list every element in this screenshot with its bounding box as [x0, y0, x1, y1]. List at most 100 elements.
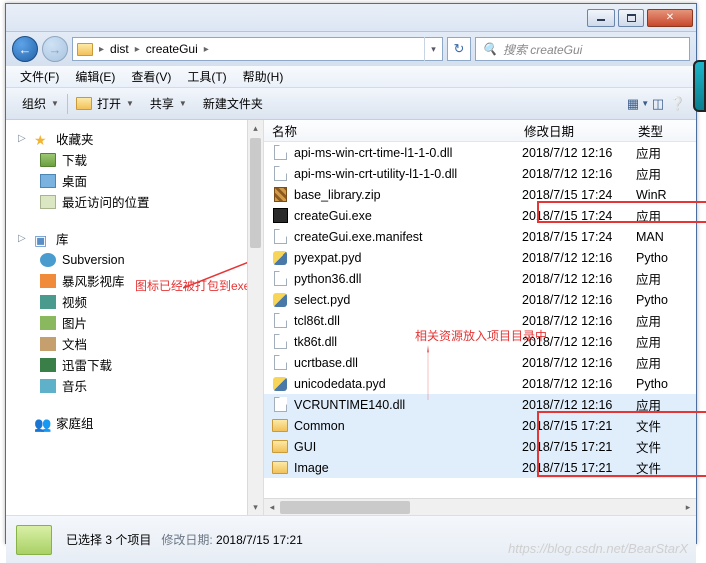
file-row[interactable]: select.pyd2018/7/12 12:16Pytho: [264, 289, 696, 310]
tree-videos[interactable]: 视频: [12, 291, 263, 312]
tree-favorites[interactable]: ▷★收藏夹: [12, 128, 263, 149]
scrollbar-thumb[interactable]: [250, 138, 261, 248]
folder-open-icon: [76, 97, 92, 110]
dll-icon: [272, 355, 288, 371]
maximize-button[interactable]: [618, 9, 644, 27]
file-row[interactable]: unicodedata.pyd2018/7/12 12:16Pytho: [264, 373, 696, 394]
minimize-icon: [597, 19, 605, 21]
close-icon: ✕: [666, 12, 674, 23]
address-dropdown-button[interactable]: ▾: [424, 37, 442, 61]
tree-libraries[interactable]: ▷▣库: [12, 228, 263, 249]
zip-icon: [272, 187, 288, 203]
file-row[interactable]: createGui.exe2018/7/15 17:24应用: [264, 205, 696, 226]
file-row[interactable]: ucrtbase.dll2018/7/12 12:16应用: [264, 352, 696, 373]
pyd-icon: [272, 292, 288, 308]
file-type: 应用: [636, 143, 696, 162]
preview-pane-button[interactable]: ◫: [648, 94, 668, 114]
file-row[interactable]: Common2018/7/15 17:21文件: [264, 415, 696, 436]
minimize-button[interactable]: [587, 9, 615, 27]
file-date: 2018/7/15 17:21: [522, 461, 636, 475]
breadcrumb-current[interactable]: createGui: [146, 42, 198, 56]
subversion-icon: [40, 253, 56, 267]
fold-icon: [272, 418, 288, 434]
breadcrumb-root[interactable]: dist: [110, 42, 129, 56]
search-input[interactable]: 🔍 搜索 createGui: [475, 37, 690, 61]
open-button[interactable]: 打开▼: [68, 92, 142, 115]
dll-icon: [272, 271, 288, 287]
refresh-button[interactable]: ↻: [447, 37, 471, 61]
titlebar: ✕: [6, 4, 696, 32]
tree-music[interactable]: 音乐: [12, 375, 263, 396]
tree-documents[interactable]: 文档: [12, 333, 263, 354]
back-button[interactable]: ←: [12, 36, 38, 62]
tree-scrollbar[interactable]: ▴ ▾: [247, 120, 263, 515]
share-button[interactable]: 共享▼: [142, 92, 195, 115]
scroll-right-icon[interactable]: ▸: [680, 502, 696, 513]
file-row[interactable]: VCRUNTIME140.dll2018/7/12 12:16应用: [264, 394, 696, 415]
star-icon: ★: [34, 132, 50, 146]
column-headers: 名称 修改日期 类型: [264, 120, 696, 142]
file-date: 2018/7/12 12:16: [522, 293, 636, 307]
view-options-button[interactable]: ▦▼: [628, 94, 648, 114]
chevron-down-icon: ▼: [51, 99, 59, 108]
tree-desktop[interactable]: 桌面: [12, 170, 263, 191]
menu-view[interactable]: 查看(V): [125, 66, 177, 87]
scrollbar-thumb[interactable]: [280, 501, 410, 514]
horizontal-scrollbar[interactable]: ◂ ▸: [264, 498, 696, 515]
tree-downloads[interactable]: 下载: [12, 149, 263, 170]
tree-recent[interactable]: 最近访问的位置: [12, 191, 263, 212]
file-row[interactable]: base_library.zip2018/7/15 17:24WinR: [264, 184, 696, 205]
file-row[interactable]: GUI2018/7/15 17:21文件: [264, 436, 696, 457]
tree-xunlei[interactable]: 迅雷下载: [12, 354, 263, 375]
file-date: 2018/7/12 12:16: [522, 314, 636, 328]
file-date: 2018/7/15 17:24: [522, 209, 636, 223]
maximize-icon: [627, 14, 636, 22]
file-row[interactable]: Image2018/7/15 17:21文件: [264, 457, 696, 478]
tree-pictures[interactable]: 图片: [12, 312, 263, 333]
forward-button[interactable]: →: [42, 36, 68, 62]
file-date: 2018/7/12 12:16: [522, 146, 636, 160]
pyd-icon: [272, 376, 288, 392]
file-row[interactable]: api-ms-win-crt-utility-l1-1-0.dll2018/7/…: [264, 163, 696, 184]
chevron-down-icon: ▼: [126, 99, 134, 108]
chevron-down-icon: ▼: [179, 99, 187, 108]
breadcrumb[interactable]: ▸ dist ▸ createGui ▸ ▾: [72, 37, 443, 61]
video-library-icon: [40, 274, 56, 288]
file-row[interactable]: python36.dll2018/7/12 12:16应用: [264, 268, 696, 289]
homegroup-icon: 👥: [34, 416, 50, 430]
tree-homegroup[interactable]: 👥家庭组: [12, 412, 263, 433]
file-name: tcl86t.dll: [294, 314, 522, 328]
folder-icon: [77, 43, 93, 56]
file-row[interactable]: createGui.exe.manifest2018/7/15 17:24MAN: [264, 226, 696, 247]
help-button[interactable]: ❔: [668, 94, 688, 114]
tree-favorites-group: ▷★收藏夹 下载 桌面 最近访问的位置: [12, 128, 263, 212]
file-date: 2018/7/12 12:16: [522, 251, 636, 265]
file-name: Image: [294, 461, 522, 475]
menu-help[interactable]: 帮助(H): [237, 66, 290, 87]
annotation-arrow-icon: [427, 345, 429, 400]
side-overlay-button[interactable]: [693, 60, 706, 112]
col-name-header[interactable]: 名称: [264, 121, 516, 140]
file-row[interactable]: pyexpat.pyd2018/7/12 12:16Pytho: [264, 247, 696, 268]
new-folder-button[interactable]: 新建文件夹: [195, 92, 271, 115]
scroll-left-icon[interactable]: ◂: [264, 502, 280, 513]
file-date: 2018/7/15 17:24: [522, 230, 636, 244]
organize-button[interactable]: 组织▼: [14, 92, 67, 115]
selection-folder-icon: [16, 525, 52, 555]
scroll-down-icon[interactable]: ▾: [248, 499, 263, 515]
menu-tools[interactable]: 工具(T): [181, 66, 232, 87]
col-date-header[interactable]: 修改日期: [516, 121, 630, 140]
scroll-up-icon[interactable]: ▴: [248, 120, 263, 136]
file-row[interactable]: api-ms-win-crt-time-l1-1-0.dll2018/7/12 …: [264, 142, 696, 163]
status-selection: 已选择 3 个项目: [66, 533, 151, 547]
scrollbar-track[interactable]: [280, 501, 680, 514]
search-icon: 🔍: [482, 42, 497, 56]
close-button[interactable]: ✕: [647, 9, 693, 27]
col-type-header[interactable]: 类型: [630, 121, 696, 140]
menu-edit[interactable]: 编辑(E): [69, 66, 121, 87]
menu-file[interactable]: 文件(F): [14, 66, 65, 87]
file-type: 应用: [636, 164, 696, 183]
videos-icon: [40, 295, 56, 309]
file-name: VCRUNTIME140.dll: [294, 398, 522, 412]
back-arrow-icon: ←: [19, 42, 32, 57]
